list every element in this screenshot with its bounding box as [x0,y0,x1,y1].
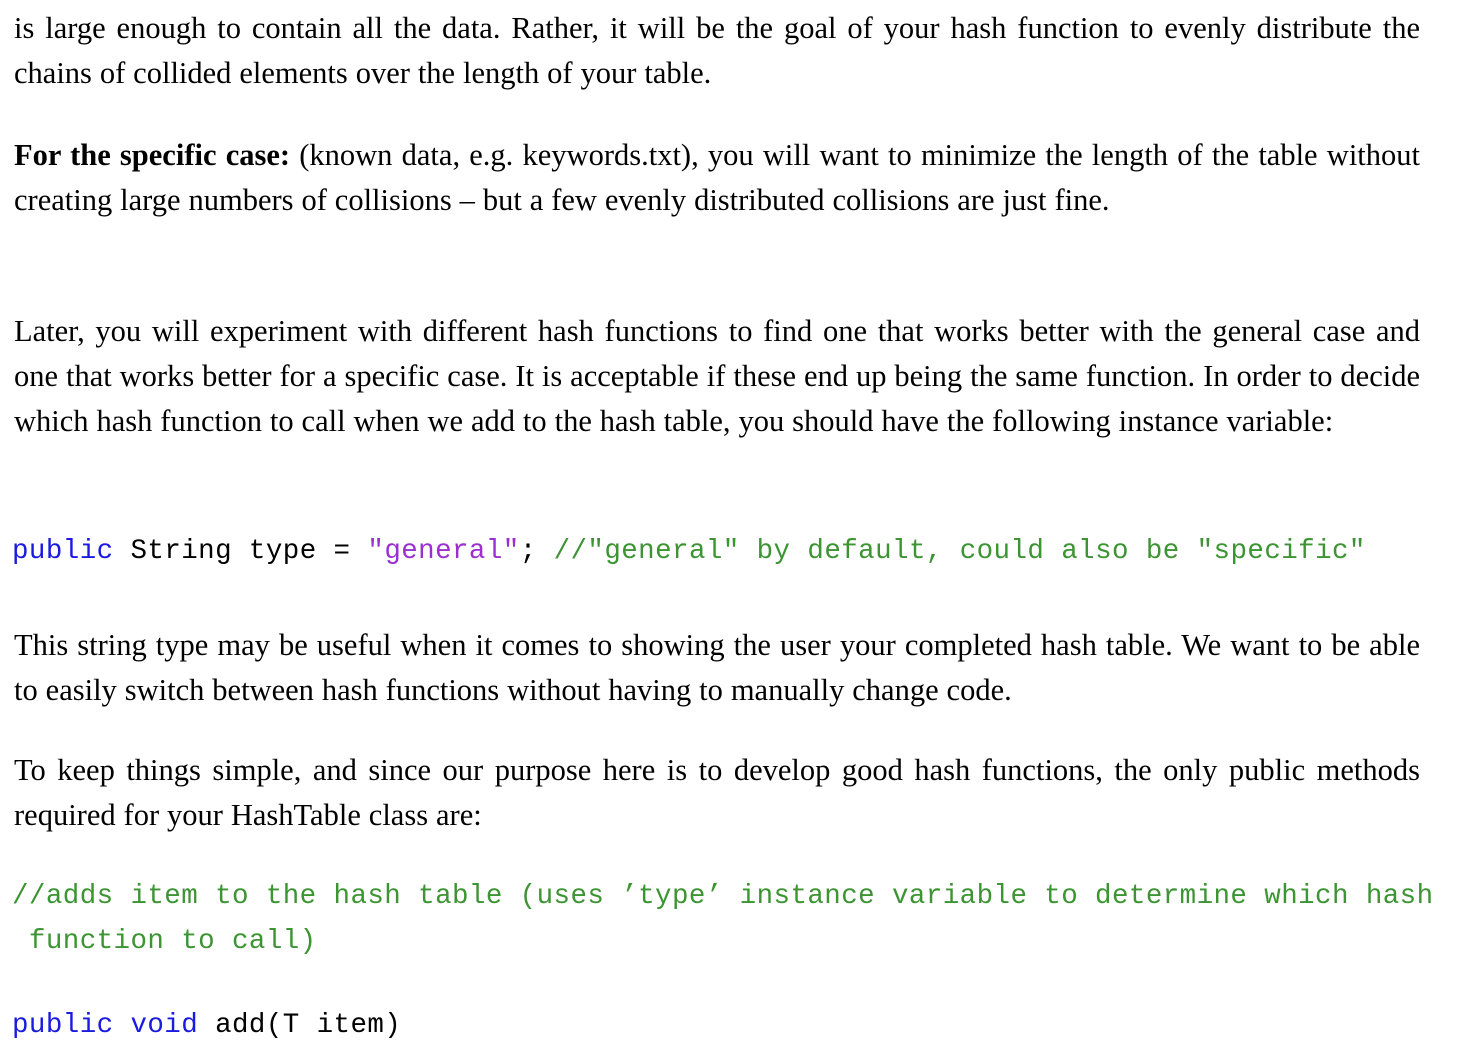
paragraph-block-4: This string type may be useful when it c… [14,623,1420,713]
paragraph-text: Later, you will experiment with differen… [14,314,1420,438]
paragraph-block-5: To keep things simple, and since our pur… [14,748,1420,838]
code-comment-line-2: function to call) [12,926,317,957]
code-comment-line-1: //adds item to the hash table (uses ’typ… [12,881,1434,912]
code-comment-default-value: //"general" by default, could also be "s… [536,536,1366,567]
code-keyword-public-void: public void [12,1010,199,1041]
code-block-add-comment: //adds item to the hash table (uses ’typ… [12,874,1434,964]
code-method-signature: add(T item) [198,1010,402,1041]
paragraph-block-3: Later, you will experiment with differen… [14,309,1420,444]
paragraph-block-2: For the specific case: (known data, e.g.… [14,133,1420,223]
paragraph-text: This string type may be useful when it c… [14,628,1420,707]
code-block-add-signature: public void add(T item) [12,1003,401,1048]
document-page: is large enough to contain all the data.… [0,0,1466,1054]
code-string-literal-general: "general" [367,536,520,567]
code-declaration-text: String type = [113,536,368,567]
code-semicolon: ; [519,536,537,567]
paragraph-block-1: is large enough to contain all the data.… [14,6,1420,96]
paragraph-text: For the specific case: (known data, e.g.… [14,133,1420,223]
paragraph-text: To keep things simple, and since our pur… [14,753,1420,832]
paragraph-text: is large enough to contain all the data.… [14,11,1420,90]
code-block-type-declaration: public String type = "general"; //"gener… [12,529,1366,574]
code-keyword-public: public [12,536,114,567]
bold-lead-in: For the specific case: [14,138,291,172]
